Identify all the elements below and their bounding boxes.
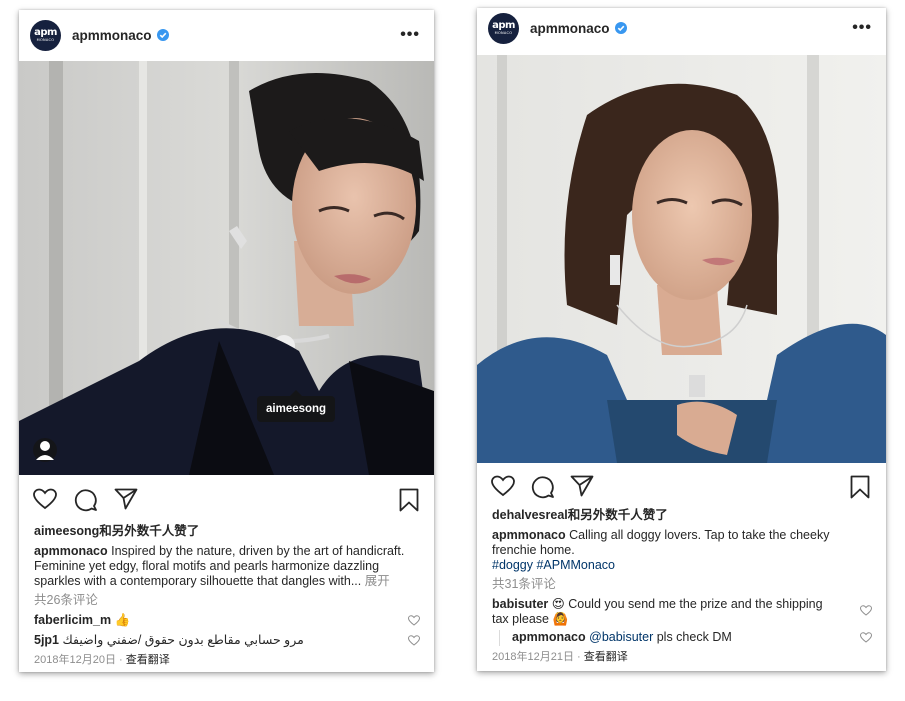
action-bar [477, 475, 886, 505]
post-header: apm MONACO apmmonaco ••• [477, 8, 886, 48]
share-icon[interactable] [114, 488, 138, 510]
photo-user-tag[interactable]: aimeesong [257, 390, 336, 422]
post-date: 2018年12月20日 [34, 654, 116, 666]
avatar-logo-text: apm [34, 26, 57, 38]
caption-user[interactable]: apmmonaco [492, 528, 566, 542]
liked-by[interactable]: dehalvesreal和另外数千人赞了 [492, 508, 668, 523]
post-header: apm MONACO apmmonaco ••• [19, 10, 434, 60]
comment-text: مرو حسابي مقاطع بدون حقوق /ضفني واضيفك [62, 633, 304, 647]
post-date: 2018年12月21日 [492, 651, 574, 663]
hashtags[interactable]: #doggy #APMMonaco [492, 558, 615, 573]
comment-text: pls check DM [656, 630, 732, 644]
avatar[interactable]: apm MONACO [488, 12, 519, 44]
reply-row: apmmonaco @babisuter pls check DM [512, 630, 732, 645]
user-tag-icon[interactable] [33, 438, 57, 462]
account-name[interactable]: apmmonaco [530, 21, 610, 36]
bookmark-icon[interactable] [399, 488, 419, 512]
comment-count[interactable]: 共31条评论 [492, 577, 556, 592]
avatar-logo-subtext: MONACO [494, 30, 513, 35]
comment-user[interactable]: faberlicim_m [34, 613, 111, 627]
caption: apmmonaco Calling all doggy lovers. Tap … [492, 528, 867, 558]
comment-icon[interactable] [74, 488, 98, 512]
heart-icon[interactable] [33, 488, 57, 510]
post-photo[interactable] [477, 55, 886, 463]
translate-link[interactable]: 查看翻译 [126, 654, 170, 666]
heart-icon[interactable] [408, 635, 420, 646]
verified-icon [614, 22, 627, 34]
post-footer: 2018年12月21日 · 查看翻译 [492, 651, 628, 663]
comment-mention[interactable]: @babisuter [589, 630, 653, 644]
translate-link[interactable]: 查看翻译 [584, 651, 628, 663]
avatar-logo-text: apm [492, 19, 515, 31]
comment-user[interactable]: 5jp1 [34, 633, 59, 647]
heart-icon[interactable] [408, 615, 420, 626]
share-icon[interactable] [570, 475, 594, 497]
verified-icon [156, 29, 169, 41]
caption-user[interactable]: apmmonaco [34, 544, 108, 558]
bookmark-icon[interactable] [850, 475, 870, 499]
caption: apmmonaco Inspired by the nature, driven… [34, 544, 424, 589]
comment-user[interactable]: apmmonaco [512, 630, 586, 644]
post-photo[interactable]: aimeesong [19, 61, 434, 475]
comment-row: 5jp1 مرو حسابي مقاطع بدون حقوق /ضفني واض… [34, 633, 304, 648]
heart-icon[interactable] [491, 475, 515, 497]
post-card-1: apm MONACO apmmonaco ••• aimeesong aimee… [19, 10, 434, 672]
heart-icon[interactable] [860, 605, 872, 616]
avatar[interactable]: apm MONACO [30, 19, 61, 51]
more-icon[interactable]: ••• [852, 19, 872, 37]
liked-by[interactable]: aimeesong和另外数千人赞了 [34, 524, 199, 539]
comment-text: 👍 [114, 613, 131, 627]
action-bar [19, 488, 434, 518]
post-card-2: apm MONACO apmmonaco ••• dehalvesreal和另外… [477, 8, 886, 671]
comment-icon[interactable] [531, 475, 555, 499]
avatar-logo-subtext: MONACO [36, 37, 55, 42]
more-icon[interactable]: ••• [400, 26, 420, 44]
expand-link[interactable]: 展开 [365, 574, 390, 588]
post-footer: 2018年12月20日 · 查看翻译 [34, 654, 170, 666]
comment-count[interactable]: 共26条评论 [34, 593, 98, 608]
comment-row: babisuter 😍 Could you send me the prize … [492, 597, 837, 627]
heart-icon[interactable] [860, 632, 872, 643]
account-name[interactable]: apmmonaco [72, 28, 152, 43]
comment-row: faberlicim_m 👍 [34, 613, 130, 628]
reply-thread-line [499, 630, 500, 646]
comment-user[interactable]: babisuter [492, 597, 548, 611]
